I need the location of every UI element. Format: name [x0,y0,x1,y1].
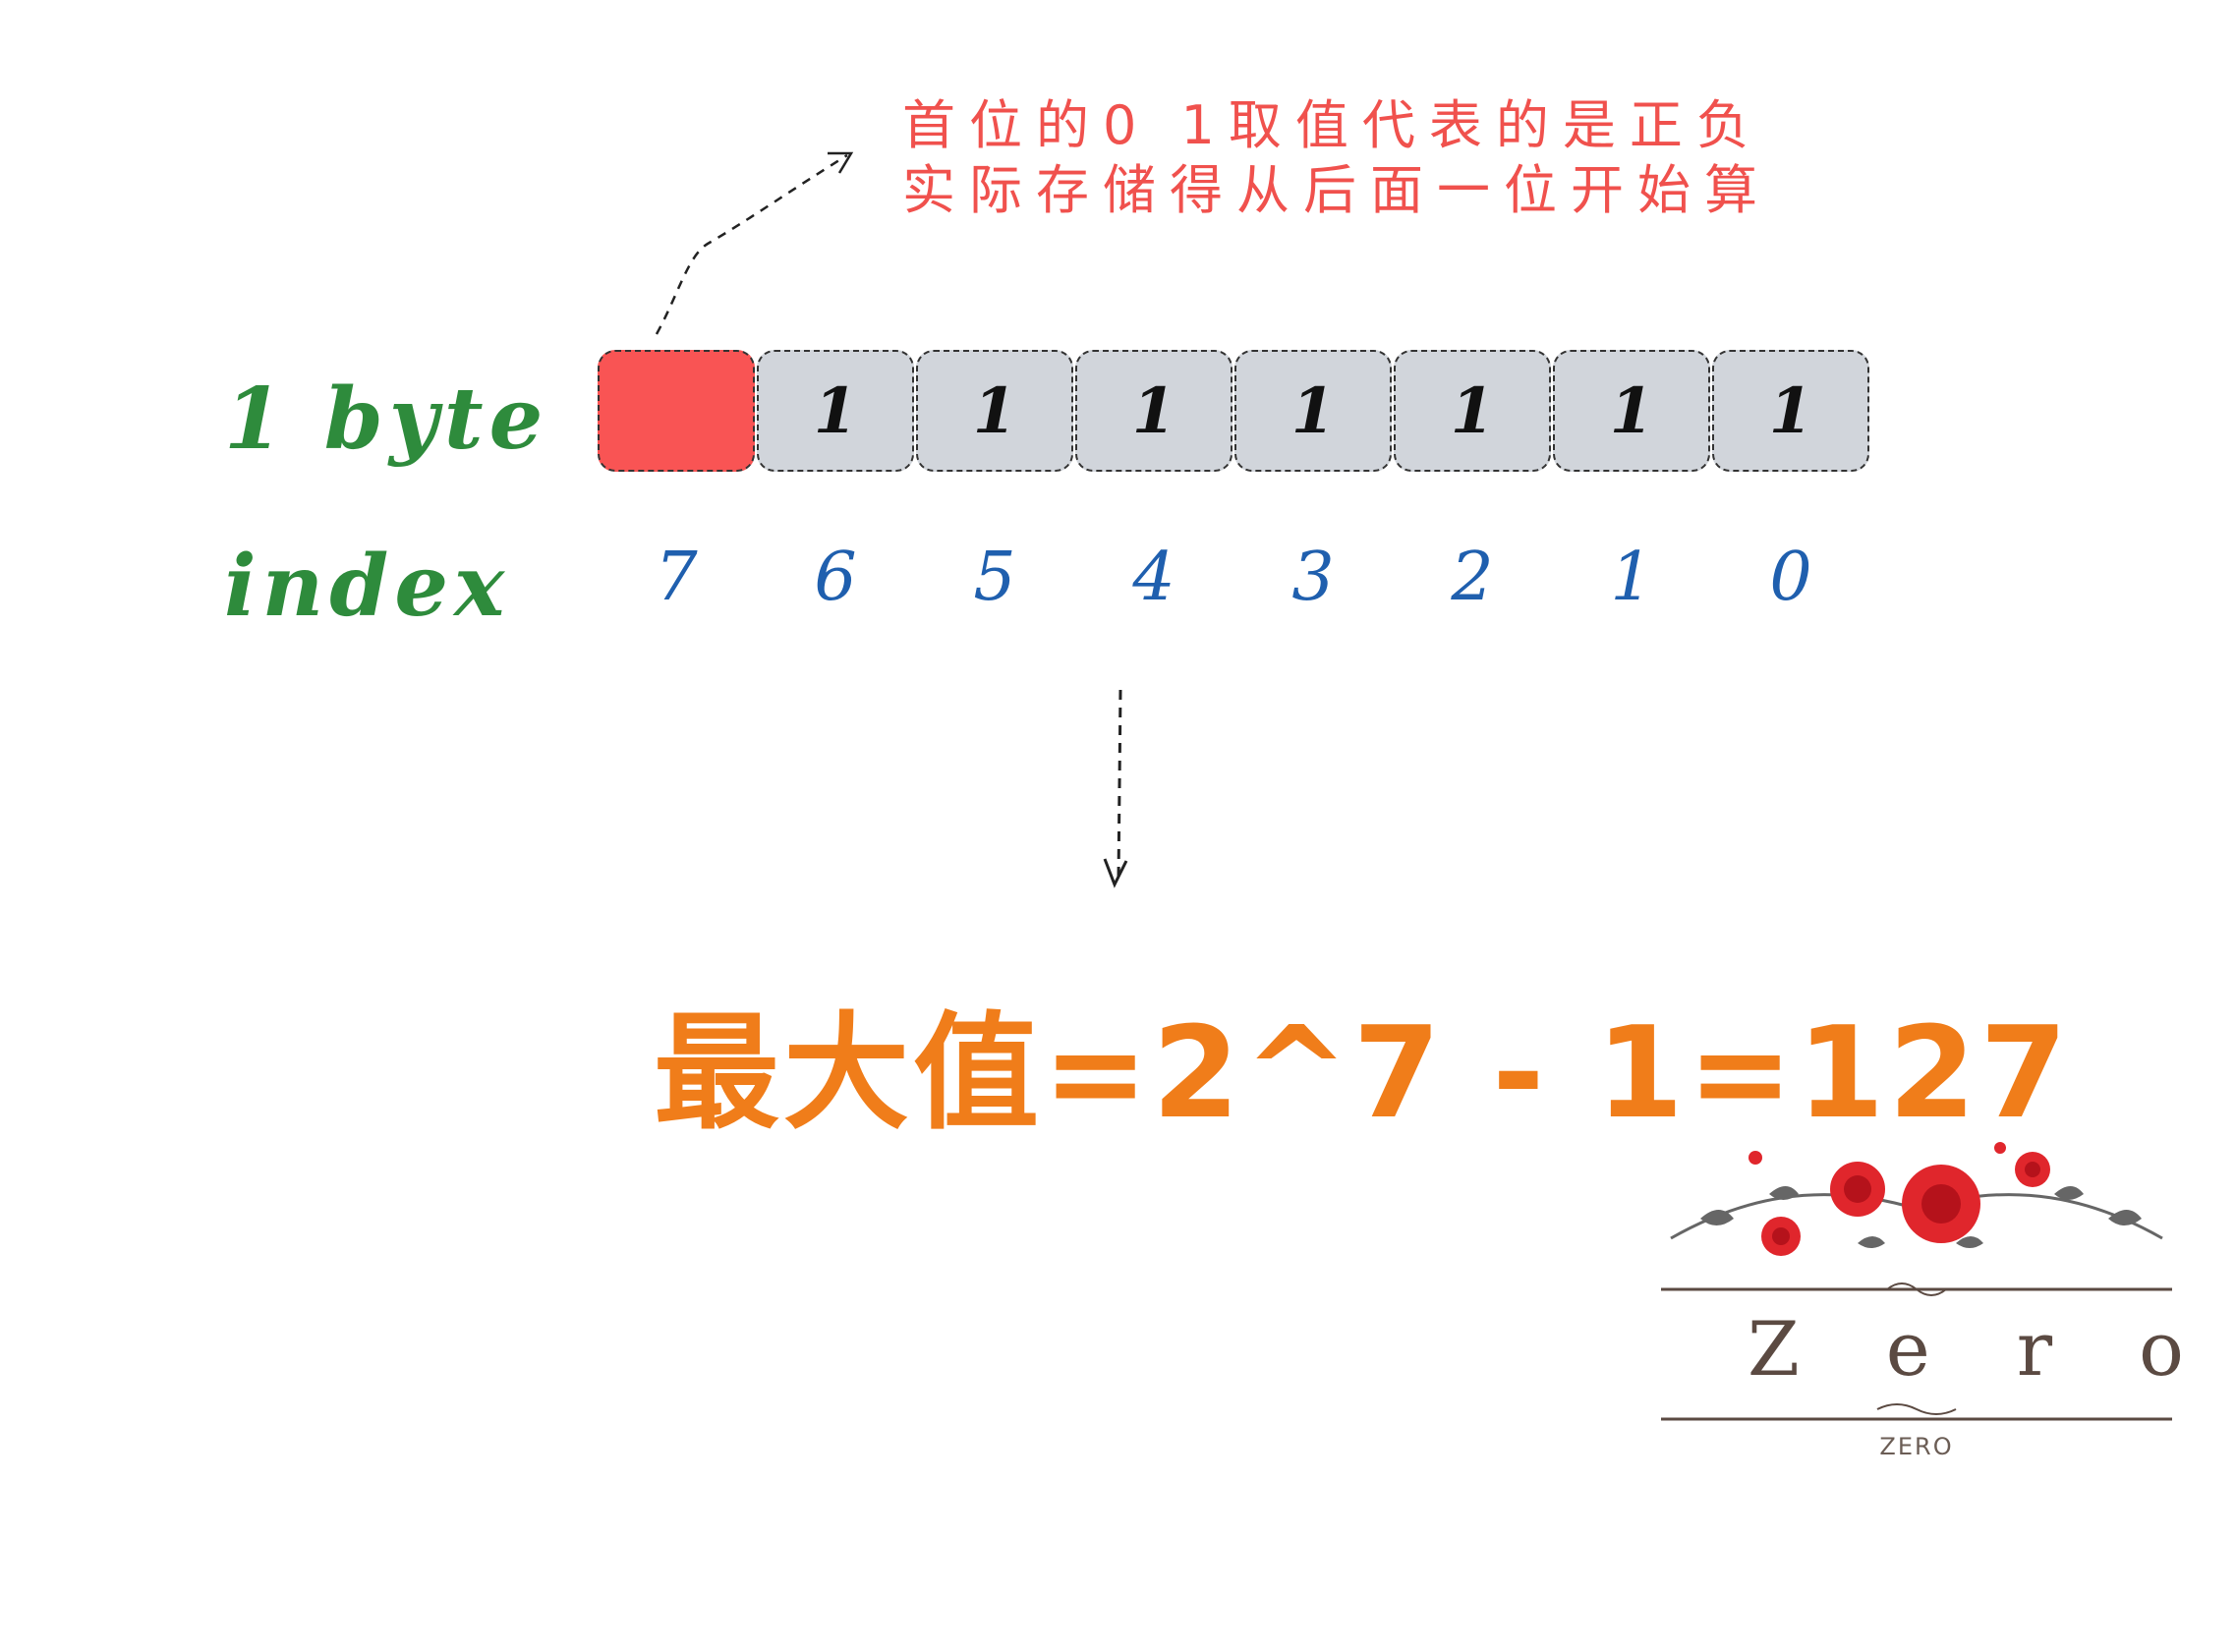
logo-subtitle: ZERO [1879,1433,1954,1460]
bit-cell: 1 [1075,350,1233,472]
index-row-label: index [224,537,511,636]
logo-top-divider [1661,1282,2172,1296]
bit-cell: 1 [1234,350,1392,472]
logo-bottom-divider [1661,1403,2172,1421]
bit-index: 5 [973,539,1016,616]
sign-annotation-arrow [655,153,848,335]
bit-cell: 1 [916,350,1073,472]
bit-index: 1 [1610,539,1653,616]
annotation-line-1: 首位的0 1取值代表的是正负 [902,94,1763,156]
zero-logo: Zero ZERO [1661,1140,2236,1474]
bit-index: 4 [1132,539,1175,616]
bit-cell: 1 [757,350,914,472]
max-value-formula: 最大值=2^7 - 1=127 [654,1000,2072,1147]
bit-cell: 1 [1712,350,1869,472]
down-arrowhead [1103,858,1128,888]
bit-index: 2 [1451,539,1494,616]
sign-bit-annotation: 首位的0 1取值代表的是正负 实际存储得从后面一位开始算 [902,93,1771,223]
logo-wordmark: Zero [1748,1305,2236,1393]
bit-cell: 1 [1394,350,1551,472]
bit-index: 7 [655,539,698,616]
rose-garland-icon [1670,1142,2163,1256]
down-arrow [1117,689,1122,881]
bit-cell-sign [598,350,755,472]
byte-bit-cells: 1 1 1 1 1 1 1 [598,350,1875,474]
byte-row-label: 1 byte [224,370,549,469]
annotation-line-2: 实际存储得从后面一位开始算 [902,159,1771,221]
bit-index: 3 [1291,539,1335,616]
bit-index: 0 [1769,539,1812,616]
bit-index-row: 7 6 5 4 3 2 1 0 [598,539,1875,637]
bit-index: 6 [814,539,857,616]
bit-cell: 1 [1553,350,1710,472]
